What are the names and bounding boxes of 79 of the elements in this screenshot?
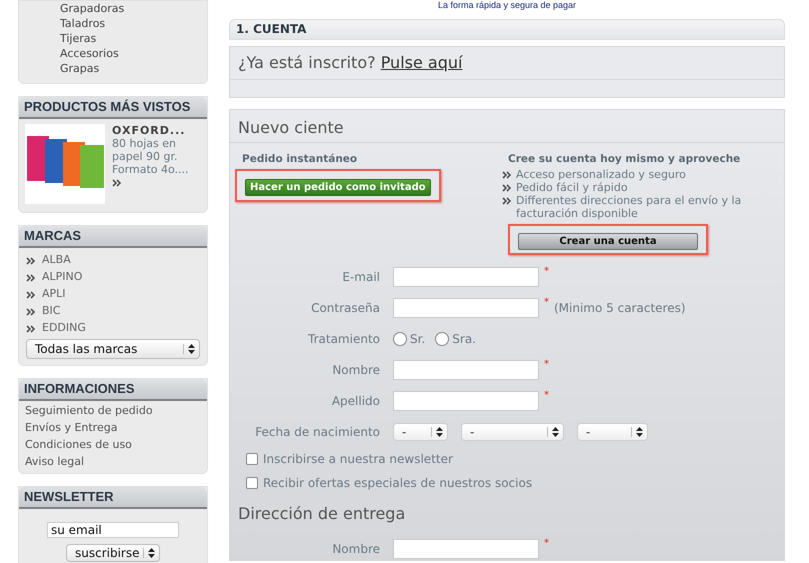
brand-link[interactable]: APLI (42, 287, 66, 300)
input-field[interactable] (393, 360, 539, 380)
input-field[interactable] (393, 266, 539, 286)
product-description: 80 hojas en papel 90 gr. Formato 4o.... (112, 137, 190, 176)
required-mark: * (544, 266, 549, 277)
field-label: Nombre (331, 542, 381, 556)
input-field[interactable] (393, 298, 539, 318)
double-chevron-icon (502, 171, 512, 179)
info-link[interactable]: Condiciones de uso (25, 438, 201, 451)
input-field[interactable] (393, 390, 539, 410)
benefit-text: Pedido fácil y rápido (516, 181, 628, 194)
category-link[interactable]: Tijeras (60, 31, 207, 46)
field-label: Tratamiento (307, 332, 381, 346)
subheading: Pedido instantáneo (242, 153, 358, 165)
date-dropdown[interactable]: - (577, 422, 648, 440)
info-link[interactable]: Aviso legal (25, 455, 201, 468)
double-chevron-icon (26, 274, 36, 282)
input-field[interactable] (393, 538, 539, 558)
field-label: Nombre (331, 362, 381, 376)
section-title: Dirección de entrega (237, 503, 406, 525)
required-mark: * (544, 359, 549, 370)
double-chevron-icon (26, 257, 36, 265)
field-label: Contraseña (310, 300, 381, 314)
double-chevron-icon (502, 197, 512, 205)
date-dropdown[interactable]: - (461, 422, 564, 440)
field-label: E-mail (341, 270, 381, 284)
create-account-button[interactable]: Crear una cuenta (518, 233, 698, 250)
radio-label: Sr. (410, 332, 426, 346)
benefit-text: Acceso personalizado y seguro (516, 168, 686, 181)
category-link[interactable]: Grapadoras (60, 1, 207, 16)
brand-link[interactable]: ALBA (42, 253, 71, 266)
checkbox[interactable] (246, 453, 258, 465)
panel-heading: PRODUCTOS MÁS VISTOS (19, 97, 207, 119)
section-heading: 1. CUENTA (229, 19, 785, 40)
guest-order-button[interactable]: Hacer un pedido como invitado (245, 179, 431, 196)
up-down-arrows-icon (631, 426, 643, 436)
subheading: Cree su cuenta hoy mismo y aproveche (508, 153, 740, 165)
subscribe-dropdown[interactable]: suscribirse (66, 544, 160, 562)
radio-button[interactable] (435, 332, 450, 346)
category-link[interactable]: Grapas (60, 61, 207, 76)
double-chevron-icon (26, 291, 36, 299)
brand-link[interactable]: EDDING (42, 321, 86, 334)
double-chevron-icon (26, 325, 36, 333)
category-link[interactable]: Accesorios (60, 46, 207, 61)
checkbox[interactable] (246, 477, 258, 489)
product-name[interactable]: OXFORD... (112, 124, 186, 137)
panel-heading: NEWSLETTER (19, 487, 207, 509)
double-chevron-icon (502, 184, 512, 192)
category-link[interactable]: Taladros (60, 16, 207, 31)
required-mark: * (544, 297, 549, 308)
login-prompt: ¿Ya está inscrito? Pulse aquí (230, 47, 784, 80)
panel-heading: Nuevo ciente (230, 110, 784, 143)
benefit-text: Differentes direcciones para el envío y la facturación disponible (516, 194, 742, 220)
required-mark: * (544, 538, 549, 549)
field-label: Apellido (330, 394, 381, 408)
double-chevron-icon (112, 179, 122, 187)
field-label: Fecha de nacimiento (254, 424, 381, 438)
double-chevron-icon (26, 308, 36, 316)
date-dropdown[interactable]: - (393, 422, 448, 440)
up-down-arrows-icon (183, 344, 195, 354)
login-link[interactable]: Pulse aquí (380, 53, 462, 72)
radio-button[interactable] (393, 332, 407, 346)
required-mark: * (544, 390, 549, 401)
info-link[interactable]: Seguimiento de pedido (25, 404, 201, 417)
checkbox-label: Inscribirse a nuestra newsletter (263, 452, 453, 466)
panel-heading: INFORMACIONES (19, 379, 207, 401)
up-down-arrows-icon (431, 426, 443, 436)
panel-heading: MARCAS (19, 226, 207, 248)
info-link[interactable]: Envíos y Entrega (25, 421, 201, 434)
checkbox-label: Recibir ofertas especiales de nuestros socios (263, 476, 532, 490)
field-hint: (Minimo 5 caracteres) (554, 300, 686, 314)
brand-dropdown[interactable]: Todas las marcas (26, 339, 200, 359)
up-down-arrows-icon (143, 548, 155, 558)
brand-link[interactable]: BIC (42, 304, 60, 317)
tagline: La forma rápida y segura de pagar (436, 0, 578, 11)
radio-label: Sra. (452, 332, 476, 346)
up-down-arrows-icon (547, 426, 559, 436)
email-field[interactable]: su email (47, 522, 179, 538)
brand-link[interactable]: ALPINO (42, 270, 82, 283)
